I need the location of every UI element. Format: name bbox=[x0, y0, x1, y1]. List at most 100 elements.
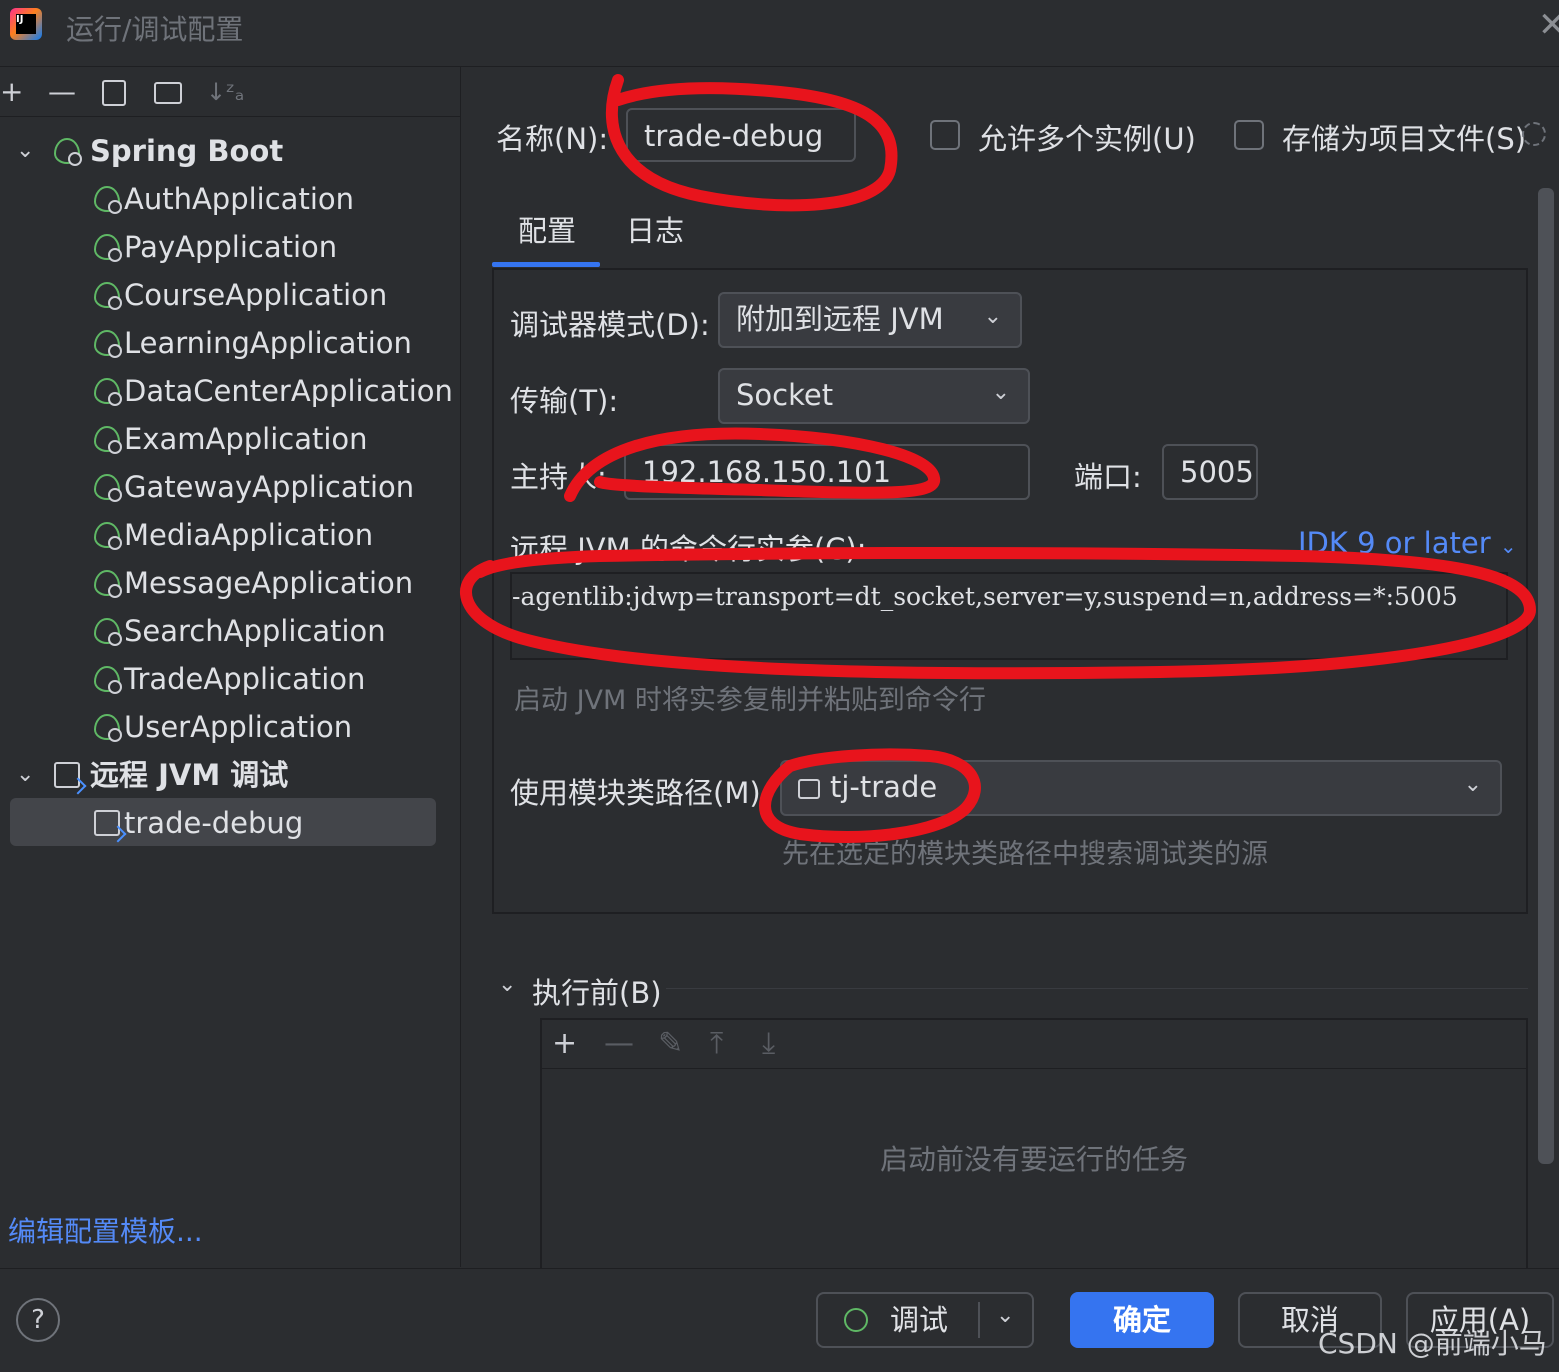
spring-boot-app-icon bbox=[94, 570, 122, 598]
tab-config[interactable]: 配置 bbox=[518, 208, 576, 250]
scrollbar[interactable] bbox=[1538, 188, 1554, 1164]
tree-group-label: Spring Boot bbox=[90, 134, 284, 168]
chevron-down-icon: ⌄ bbox=[983, 304, 1002, 329]
tree-group-label: 远程 JVM 调试 bbox=[90, 758, 289, 792]
no-tasks-text: 启动前没有要运行的任务 bbox=[880, 1143, 1189, 1176]
tree-item[interactable]: ExamApplication bbox=[0, 416, 460, 462]
chevron-down-icon[interactable]: ⌄ bbox=[16, 128, 34, 174]
tree-group-0[interactable]: ⌄ Spring Boot bbox=[0, 128, 460, 174]
remove-icon[interactable]: — bbox=[48, 76, 76, 108]
tree-item-label: TradeApplication bbox=[124, 662, 366, 696]
module-hint: 先在选定的模块类路径中搜索调试类的源 bbox=[782, 839, 1268, 870]
tree-item[interactable]: MediaApplication bbox=[0, 512, 460, 558]
transport-select[interactable]: Socket ⌄ bbox=[718, 368, 1030, 424]
intellij-logo-icon: IJ bbox=[10, 8, 42, 40]
chevron-down-icon[interactable]: ⌄ bbox=[498, 972, 516, 997]
sort-icon[interactable]: ↓ᶻₐ bbox=[206, 76, 244, 108]
chevron-down-icon[interactable]: ⌄ bbox=[996, 1290, 1014, 1342]
spring-boot-app-icon bbox=[94, 666, 122, 694]
module-label: 使用模块类路径(M): bbox=[510, 776, 771, 810]
port-input[interactable]: 5005 bbox=[1162, 444, 1258, 500]
tree-item[interactable]: UserApplication bbox=[0, 704, 460, 750]
debugger-mode-value: 附加到远程 JVM bbox=[736, 302, 944, 336]
tree-item-label: PayApplication bbox=[124, 230, 338, 264]
jvm-args-textarea[interactable]: -agentlib:jdwp=transport=dt_socket,serve… bbox=[510, 572, 1508, 660]
tree-item[interactable]: GatewayApplication bbox=[0, 464, 460, 510]
debugger-mode-label: 调试器模式(D): bbox=[510, 308, 710, 342]
tree-item-label: GatewayApplication bbox=[124, 470, 415, 504]
help-button[interactable]: ? bbox=[16, 1298, 60, 1342]
chevron-down-icon: ⌄ bbox=[991, 380, 1010, 405]
gear-icon[interactable] bbox=[1522, 122, 1546, 146]
spring-boot-app-icon bbox=[94, 474, 122, 502]
add-icon[interactable]: + bbox=[0, 76, 23, 108]
jdk-version-text: JDK 9 or later bbox=[1298, 526, 1491, 560]
remove-task-icon: — bbox=[604, 1026, 634, 1061]
edit-task-icon: ✎ bbox=[658, 1026, 684, 1061]
spring-boot-app-icon bbox=[94, 714, 122, 742]
store-project-checkbox[interactable] bbox=[1234, 120, 1264, 150]
name-input[interactable]: trade-debug bbox=[626, 108, 856, 162]
add-task-icon[interactable]: + bbox=[552, 1026, 577, 1062]
edit-templates-link[interactable]: 编辑配置模板... bbox=[8, 1210, 203, 1250]
tree-item[interactable]: MessageApplication bbox=[0, 560, 460, 606]
jdk-version-link[interactable]: JDK 9 or later ⌄ bbox=[1298, 526, 1517, 560]
tree-item[interactable]: DataCenterApplication bbox=[0, 368, 460, 414]
section-divider bbox=[666, 988, 1528, 989]
spring-boot-app-icon bbox=[94, 522, 122, 550]
debug-button-label: 调试 bbox=[890, 1303, 949, 1337]
store-project-label: 存储为项目文件(S) bbox=[1282, 122, 1527, 156]
spring-boot-app-icon bbox=[94, 618, 122, 646]
name-label: 名称(N): bbox=[496, 116, 608, 158]
tree-item-label: DataCenterApplication bbox=[124, 374, 453, 408]
tree-group-1[interactable]: ⌄ 远程 JVM 调试 bbox=[0, 752, 460, 798]
allow-multiple-checkbox[interactable] bbox=[930, 120, 960, 150]
transport-label: 传输(T): bbox=[510, 384, 619, 418]
jvm-args-label: 远程 JVM 的命令行实参(C): bbox=[510, 532, 867, 566]
tree-item[interactable]: TradeApplication bbox=[0, 656, 460, 702]
spring-boot-app-icon bbox=[94, 426, 122, 454]
tree-item-label: CourseApplication bbox=[124, 278, 388, 312]
before-launch-label[interactable]: 执行前(B) bbox=[532, 970, 662, 1012]
move-up-icon: ⤒ bbox=[710, 1026, 724, 1061]
copy-icon[interactable] bbox=[102, 80, 126, 106]
ok-button[interactable]: 确定 bbox=[1070, 1292, 1214, 1348]
tree-item-label: trade-debug bbox=[124, 806, 304, 840]
spring-boot-app-icon bbox=[94, 330, 122, 358]
jvm-args-hint: 启动 JVM 时将实参复制并粘贴到命令行 bbox=[514, 685, 986, 716]
chevron-down-icon: ⌄ bbox=[1463, 772, 1482, 797]
remote-jvm-icon bbox=[54, 762, 80, 788]
tree-item[interactable]: LearningApplication bbox=[0, 320, 460, 366]
bug-icon bbox=[844, 1308, 868, 1332]
allow-multiple-label: 允许多个实例(U) bbox=[978, 122, 1196, 156]
host-input[interactable]: 192.168.150.101 bbox=[624, 444, 1030, 500]
spring-boot-app-icon bbox=[94, 282, 122, 310]
move-down-icon: ⤓ bbox=[762, 1026, 776, 1061]
debug-button[interactable]: 调试 ⌄ bbox=[816, 1292, 1034, 1348]
tree-item[interactable]: SearchApplication bbox=[0, 608, 460, 654]
tree-item[interactable]: PayApplication bbox=[0, 224, 460, 270]
tree-item-label: SearchApplication bbox=[124, 614, 386, 648]
tab-logs[interactable]: 日志 bbox=[626, 208, 684, 250]
host-label: 主持人: bbox=[510, 460, 607, 494]
tree-item-label: MessageApplication bbox=[124, 566, 414, 600]
port-label: 端口: bbox=[1074, 460, 1142, 494]
tree-item-label: MediaApplication bbox=[124, 518, 374, 552]
tree-item[interactable]: CourseApplication bbox=[0, 272, 460, 318]
module-value: tj-trade bbox=[830, 770, 938, 804]
spring-boot-app-icon bbox=[94, 378, 122, 406]
watermark-text: CSDN @前端小马 bbox=[1318, 1327, 1547, 1360]
tree-item-label: ExamApplication bbox=[124, 422, 368, 456]
module-select[interactable]: tj-trade ⌄ bbox=[780, 760, 1502, 816]
spring-boot-icon bbox=[54, 138, 82, 166]
tree-item[interactable]: trade-debug bbox=[0, 800, 460, 846]
name-label-text: 名称(N): bbox=[496, 122, 609, 156]
window-title: 运行/调试配置 bbox=[66, 13, 244, 46]
close-icon[interactable]: ✕ bbox=[1538, 8, 1559, 42]
debugger-mode-select[interactable]: 附加到远程 JVM ⌄ bbox=[718, 292, 1022, 348]
new-folder-icon[interactable] bbox=[154, 82, 182, 104]
module-icon bbox=[798, 779, 820, 799]
chevron-down-icon[interactable]: ⌄ bbox=[16, 752, 34, 798]
tree-item[interactable]: AuthApplication bbox=[0, 176, 460, 222]
tasks-toolbar-divider bbox=[542, 1068, 1526, 1069]
